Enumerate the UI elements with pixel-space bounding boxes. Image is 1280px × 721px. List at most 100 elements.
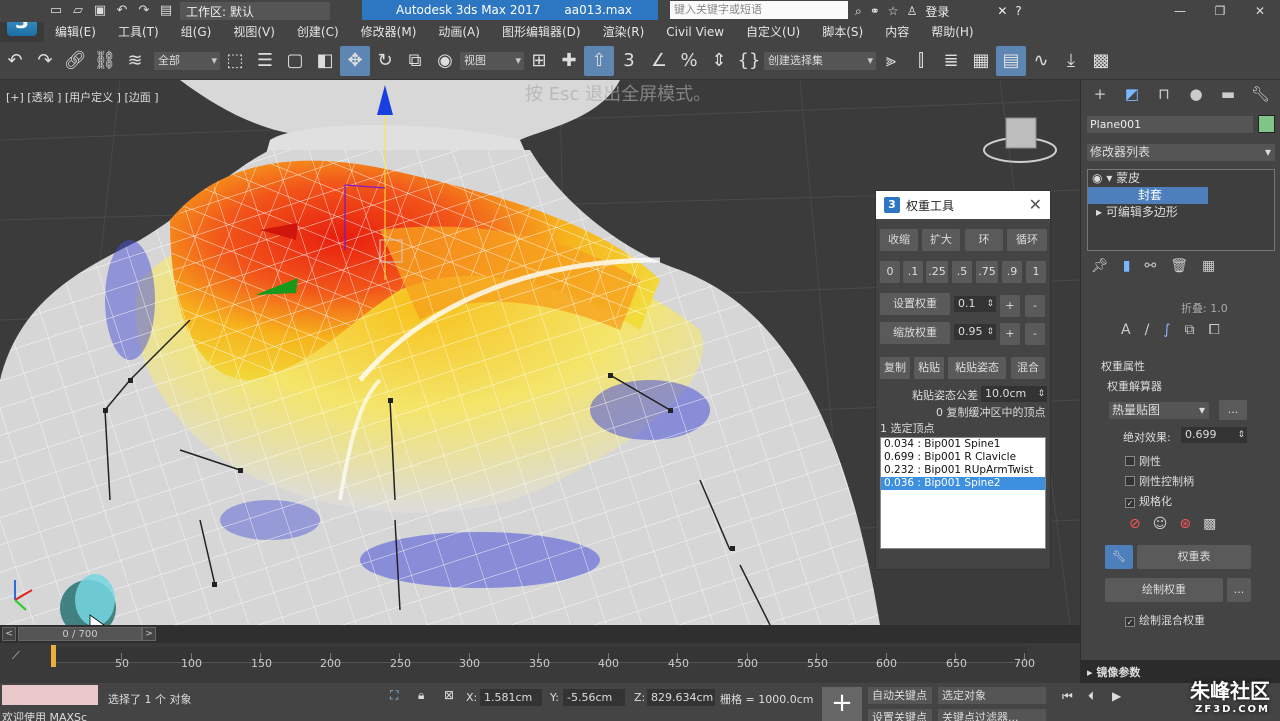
configure-sets-icon[interactable]: ▦ bbox=[1202, 258, 1215, 274]
percent-snap-icon[interactable]: % bbox=[674, 46, 704, 76]
maxscript-listener[interactable] bbox=[2, 685, 98, 705]
lock-icon[interactable]: 🔒︎ bbox=[418, 688, 424, 703]
line-tool-icon[interactable]: / bbox=[1145, 322, 1150, 338]
time-slider[interactable]: < 0 / 700 > bbox=[0, 625, 1080, 643]
scene-explorer-icon[interactable]: ▤ bbox=[996, 45, 1026, 76]
login-link[interactable]: 登录 bbox=[925, 3, 949, 20]
bind-space-warp-icon[interactable]: ≋ bbox=[120, 46, 150, 76]
heat-map-dropdown[interactable]: 热量贴图 ▾ bbox=[1109, 402, 1209, 419]
exchange-icon[interactable]: ✕ bbox=[997, 4, 1007, 18]
menu-civil-view[interactable]: Civil View bbox=[655, 22, 735, 42]
list-item[interactable]: 0.034 : Bip001 Spine1 bbox=[881, 438, 1045, 451]
search-input[interactable]: 键入关键字或短语 bbox=[670, 1, 848, 19]
normalize-checkbox[interactable]: ✓ 规格化 bbox=[1125, 493, 1172, 509]
menu-help[interactable]: 帮助(H) bbox=[920, 22, 984, 42]
curve-editor-mini-icon[interactable]: ⟋ bbox=[12, 649, 20, 663]
close-icon[interactable]: ✕ bbox=[1029, 195, 1042, 214]
edit-named-selection-icon[interactable]: {} bbox=[734, 46, 764, 76]
list-item[interactable]: 0.036 : Bip001 Spine2 bbox=[881, 477, 1045, 490]
hierarchy-tab-icon[interactable]: ⊓ bbox=[1155, 85, 1173, 103]
wrench-icon[interactable]: 🔧︎ bbox=[1105, 545, 1133, 569]
preset-025-button[interactable]: .25 bbox=[926, 261, 948, 283]
curve-tool-icon[interactable]: ∫ bbox=[1163, 322, 1170, 338]
set-key-button[interactable]: 设置关键点 bbox=[868, 709, 932, 721]
show-end-result-icon[interactable]: ▮ bbox=[1123, 258, 1131, 274]
modify-tab-icon[interactable]: ◩ bbox=[1123, 85, 1141, 103]
rect-region-icon[interactable]: ▢ bbox=[280, 46, 310, 76]
go-to-start-icon[interactable]: ⏮ bbox=[1062, 689, 1073, 704]
include-verts-icon[interactable]: ☺ bbox=[1153, 516, 1168, 532]
object-color-swatch[interactable] bbox=[1258, 115, 1275, 133]
menu-edit[interactable]: 编辑(E) bbox=[44, 22, 107, 42]
prev-frame-icon[interactable]: < bbox=[2, 627, 16, 641]
undo-icon[interactable]: ↶ bbox=[114, 3, 130, 19]
redo-icon[interactable]: ↷ bbox=[30, 46, 60, 76]
paint-weights-button[interactable]: 绘制权重 bbox=[1105, 578, 1223, 602]
copy-button[interactable]: 复制 bbox=[880, 357, 910, 379]
menu-views[interactable]: 视图(V) bbox=[222, 22, 286, 42]
paste-envelope-icon[interactable]: ⧠ bbox=[1209, 322, 1220, 338]
restore-icon[interactable]: ❐ bbox=[1200, 0, 1240, 22]
menu-create[interactable]: 创建(C) bbox=[286, 22, 350, 42]
close-window-icon[interactable]: ✕ bbox=[1240, 0, 1280, 22]
y-coord-field[interactable]: -5.56cm bbox=[563, 689, 625, 706]
modifier-list-dropdown[interactable]: 修改器列表 ▾ bbox=[1087, 144, 1275, 161]
schematic-view-icon[interactable]: ⤓ bbox=[1056, 46, 1086, 76]
project-icon[interactable]: ▤ bbox=[158, 3, 174, 19]
new-file-icon[interactable]: ▭ bbox=[48, 3, 64, 19]
selection-filter-dropdown[interactable]: 全部 bbox=[154, 51, 220, 70]
paint-blend-checkbox[interactable]: ✓ 绘制混合权重 bbox=[1125, 612, 1205, 628]
scale-icon[interactable]: ⧉ bbox=[400, 46, 430, 76]
loop-button[interactable]: 循环 bbox=[1007, 229, 1047, 251]
track-bar[interactable]: ⟋ 50 100 150 200 250 300 350 400 450 500… bbox=[0, 643, 1080, 683]
exclude-verts-icon[interactable]: ⊘ bbox=[1129, 516, 1141, 532]
utilities-tab-icon[interactable]: 🔧︎ bbox=[1251, 85, 1270, 103]
grow-button[interactable]: 扩大 bbox=[922, 229, 960, 251]
menu-rendering[interactable]: 渲染(R) bbox=[592, 22, 656, 42]
select-by-name-icon[interactable]: ☰ bbox=[250, 46, 280, 76]
expand-icon[interactable]: ▸ bbox=[1096, 205, 1102, 219]
layer-manager-icon[interactable]: ≣ bbox=[936, 46, 966, 76]
minimize-icon[interactable]: — bbox=[1160, 0, 1200, 22]
preset-01-button[interactable]: .1 bbox=[903, 261, 923, 283]
z-coord-field[interactable]: 829.634cm bbox=[647, 689, 715, 706]
menu-scripting[interactable]: 脚本(S) bbox=[811, 22, 874, 42]
select-object-icon[interactable]: ⬚ bbox=[220, 46, 250, 76]
abs-effect-spinner[interactable]: 0.699 bbox=[1181, 427, 1247, 443]
mirror-icon[interactable]: ⫸ bbox=[876, 46, 906, 76]
open-file-icon[interactable]: ▱ bbox=[70, 3, 86, 19]
prev-key-icon[interactable]: ⏴ bbox=[1088, 689, 1094, 704]
time-slider-thumb[interactable]: 0 / 700 bbox=[18, 627, 142, 641]
copy-envelope-icon[interactable]: ⧉ bbox=[1185, 322, 1195, 338]
play-icon[interactable]: ▶ bbox=[1112, 689, 1121, 703]
pin-stack-icon[interactable]: 📌︎ bbox=[1091, 258, 1109, 274]
curve-editor-icon[interactable]: ∿ bbox=[1026, 46, 1056, 76]
current-frame-marker[interactable] bbox=[51, 645, 56, 667]
move-icon[interactable]: ✥ bbox=[340, 45, 370, 76]
set-key-big-button[interactable]: + bbox=[822, 687, 862, 721]
stack-item-editable-poly[interactable]: ▸ 可编辑多边形 bbox=[1088, 204, 1274, 221]
set-weight-button[interactable]: 设置权重 bbox=[880, 293, 950, 315]
named-selection-dropdown[interactable]: 创建选择集 bbox=[764, 51, 876, 70]
shrink-button[interactable]: 收缩 bbox=[880, 229, 918, 251]
set-weight-minus-button[interactable]: - bbox=[1025, 295, 1045, 317]
link-icon[interactable]: 🔗︎ bbox=[60, 46, 90, 76]
list-item[interactable]: 0.699 : Bip001 R Clavicle bbox=[881, 451, 1045, 464]
menu-content[interactable]: 内容 bbox=[874, 22, 920, 42]
menu-group[interactable]: 组(G) bbox=[170, 22, 223, 42]
preset-1-button[interactable]: 1 bbox=[1026, 261, 1046, 283]
place-icon[interactable]: ◉ bbox=[430, 46, 460, 76]
absolute-mode-icon[interactable]: ⊠ bbox=[444, 688, 454, 702]
unlink-icon[interactable]: ⛓ bbox=[90, 46, 120, 76]
menu-graph-editors[interactable]: 图形编辑器(D) bbox=[491, 22, 592, 42]
binoculars-icon[interactable]: ⌕ bbox=[855, 4, 862, 19]
key-filters-button[interactable]: 关键点过滤器... bbox=[938, 709, 1046, 721]
undo-icon[interactable]: ↶ bbox=[0, 46, 30, 76]
blend-button[interactable]: 混合 bbox=[1011, 357, 1045, 379]
select-manipulate-icon[interactable]: ✚ bbox=[554, 46, 584, 76]
text-tool-icon[interactable]: A bbox=[1121, 322, 1131, 338]
user-icon[interactable]: ♙ bbox=[907, 4, 918, 18]
remove-modifier-icon[interactable]: 🗑︎ bbox=[1170, 258, 1188, 274]
preset-09-button[interactable]: .9 bbox=[1002, 261, 1022, 283]
menu-modifiers[interactable]: 修改器(M) bbox=[350, 22, 428, 42]
